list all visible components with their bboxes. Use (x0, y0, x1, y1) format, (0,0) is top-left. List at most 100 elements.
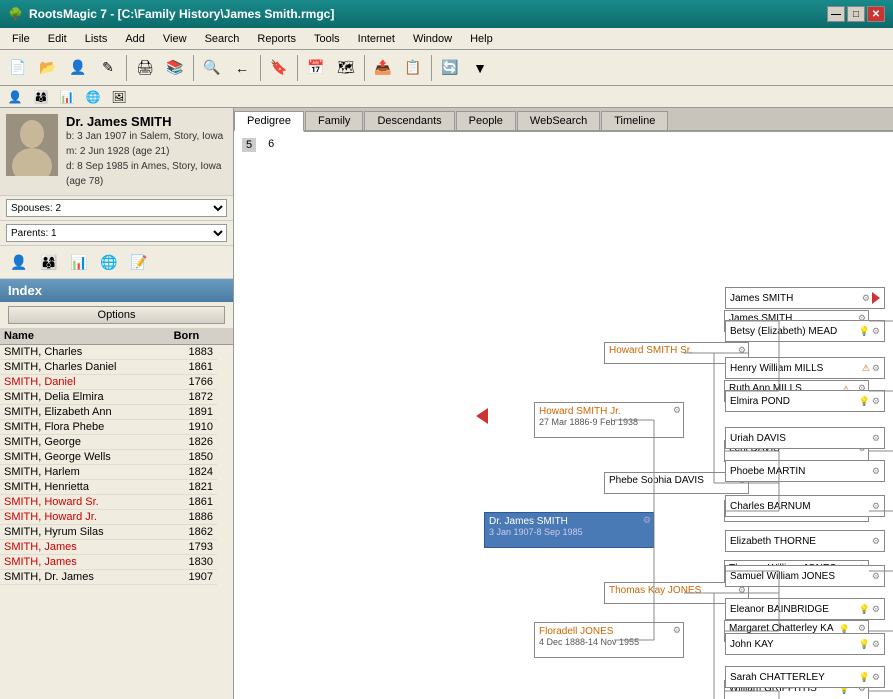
index-born: 1872 (170, 390, 217, 405)
pedigree-nav-5[interactable]: 5 (242, 138, 256, 152)
index-born: 1821 (170, 480, 217, 495)
globe-icon-btn[interactable]: 🌐 (96, 250, 122, 274)
index-row[interactable]: SMITH, Dr. James1907 (0, 570, 233, 585)
gen4-3[interactable]: Henry William MILLS ⚠ ⚙ (725, 357, 885, 379)
person-view-btn[interactable]: 👤 (4, 88, 26, 106)
gen4-1[interactable]: James SMITH ⚙ (725, 287, 885, 309)
index-name: SMITH, George (0, 435, 170, 450)
tab-people[interactable]: People (456, 111, 516, 130)
edit-button[interactable]: ✎ (94, 54, 122, 82)
pedigree-gen2-1[interactable]: Howard SMITH Jr. 27 Mar 1886-9 Feb 1938 … (534, 402, 684, 438)
chart-icon-btn[interactable]: 📊 (66, 250, 92, 274)
more-button[interactable]: ▼ (466, 54, 494, 82)
menu-file[interactable]: File (4, 31, 38, 47)
restore-button[interactable]: □ (847, 6, 865, 22)
index-table[interactable]: Name Born SMITH, Charles1883SMITH, Charl… (0, 328, 233, 699)
gen4-5[interactable]: Uriah DAVIS ⚙ (725, 427, 885, 449)
media-view-btn[interactable]: 🖼 (108, 88, 130, 106)
menu-add[interactable]: Add (117, 31, 153, 47)
tab-timeline[interactable]: Timeline (601, 111, 668, 130)
menu-window[interactable]: Window (405, 31, 460, 47)
gen4-12[interactable]: Sarah CHATTERLEY 💡 ⚙ (725, 666, 885, 688)
sync-button[interactable]: 🔄 (436, 54, 464, 82)
index-row[interactable]: SMITH, James1830 (0, 555, 233, 570)
pedigree-gen2-2[interactable]: Floradell JONES 4 Dec 1888-14 Nov 1955 ⚙ (534, 622, 684, 658)
bookmark-button[interactable]: 🔖 (265, 54, 293, 82)
index-row[interactable]: SMITH, Flora Phebe1910 (0, 420, 233, 435)
spouses-dropdown[interactable]: Spouses: 2 (6, 199, 227, 217)
index-row[interactable]: SMITH, Howard Sr.1861 (0, 495, 233, 510)
title-bar-controls[interactable]: — □ ✕ (827, 6, 885, 22)
map-button[interactable]: 🗺 (332, 54, 360, 82)
gen4-4[interactable]: Elmira POND 💡 ⚙ (725, 390, 885, 412)
gen4-9[interactable]: Samuel William JONES ⚙ (725, 565, 885, 587)
pedigree-gen1[interactable]: Dr. James SMITH 3 Jan 1907-8 Sep 1985 ⚙ (484, 512, 654, 548)
menu-lists[interactable]: Lists (77, 31, 116, 47)
share-button[interactable]: 📤 (369, 54, 397, 82)
web-view-btn[interactable]: 🌐 (82, 88, 104, 106)
gen4-1-arrow[interactable] (872, 292, 880, 304)
add-person-button[interactable]: 👤 (64, 54, 92, 82)
toolbar2: 👤 👨‍👩‍👦 📊 🌐 🖼 (0, 86, 893, 108)
parents-dropdown[interactable]: Parents: 1 (6, 224, 227, 242)
index-row[interactable]: SMITH, Harlem1824 (0, 465, 233, 480)
list-button[interactable]: 📋 (399, 54, 427, 82)
index-row[interactable]: SMITH, James1793 (0, 540, 233, 555)
gen4-11[interactable]: John KAY 💡 ⚙ (725, 633, 885, 655)
calendar-button[interactable]: 📅 (302, 54, 330, 82)
notes-icon-btn[interactable]: 📝 (126, 250, 152, 274)
family-view-btn[interactable]: 👨‍👩‍👦 (30, 88, 52, 106)
tab-websearch[interactable]: WebSearch (517, 111, 600, 130)
menu-tools[interactable]: Tools (306, 31, 348, 47)
index-row[interactable]: SMITH, Henrietta1821 (0, 480, 233, 495)
menu-reports[interactable]: Reports (249, 31, 304, 47)
open-button[interactable]: 📂 (34, 54, 62, 82)
search-button[interactable]: 🔍 (198, 54, 226, 82)
minimize-button[interactable]: — (827, 6, 845, 22)
gen4-8-name: Elizabeth THORNE (730, 536, 870, 547)
menu-edit[interactable]: Edit (40, 31, 75, 47)
tab-descendants[interactable]: Descendants (364, 111, 454, 130)
menu-search[interactable]: Search (197, 31, 248, 47)
book-button[interactable]: 📚 (161, 54, 189, 82)
gen4-8[interactable]: Elizabeth THORNE ⚙ (725, 530, 885, 552)
new-button[interactable]: 📄 (4, 54, 32, 82)
print-button[interactable]: 🖨 (131, 54, 159, 82)
tab-pedigree[interactable]: Pedigree (234, 111, 304, 132)
index-row[interactable]: SMITH, Daniel1766 (0, 375, 233, 390)
gen4-7[interactable]: Charles BARNUM ⚙ (725, 495, 885, 517)
index-row[interactable]: SMITH, Charles Daniel1861 (0, 360, 233, 375)
gen2-1-name: Howard SMITH Jr. (539, 406, 663, 417)
pedigree-nav-6[interactable]: 6 (268, 138, 274, 152)
index-row[interactable]: SMITH, Delia Elmira1872 (0, 390, 233, 405)
tab-family[interactable]: Family (305, 111, 363, 130)
menu-help[interactable]: Help (462, 31, 501, 47)
gen1-dates: 3 Jan 1907-8 Sep 1985 (489, 527, 633, 537)
gen4-10[interactable]: Eleanor BAINBRIDGE 💡 ⚙ (725, 598, 885, 620)
gen4-2-name: Betsy (Elizabeth) MEAD (730, 326, 859, 337)
close-button[interactable]: ✕ (867, 6, 885, 22)
gen4-3-icon: ⚙ (872, 363, 880, 374)
index-row[interactable]: SMITH, George Wells1850 (0, 450, 233, 465)
menu-view[interactable]: View (155, 31, 195, 47)
gen4-12-icon: ⚙ (872, 672, 880, 683)
index-row[interactable]: SMITH, George1826 (0, 435, 233, 450)
back-button[interactable]: ← (228, 54, 256, 82)
gen4-6[interactable]: Phoebe MARTIN ⚙ (725, 460, 885, 482)
stats-view-btn[interactable]: 📊 (56, 88, 78, 106)
family-icon-btn[interactable]: 👨‍👩‍👦 (36, 250, 62, 274)
index-born: 1861 (170, 360, 217, 375)
gen3-1-name: Howard SMITH Sr. (609, 345, 728, 356)
index-name: SMITH, Henrietta (0, 480, 170, 495)
person-icon-btn[interactable]: 👤 (6, 250, 32, 274)
gen4-12-name: Sarah CHATTERLEY (730, 672, 859, 683)
index-row[interactable]: SMITH, Elizabeth Ann1891 (0, 405, 233, 420)
menu-internet[interactable]: Internet (350, 31, 403, 47)
index-row[interactable]: SMITH, Howard Jr.1886 (0, 510, 233, 525)
index-row[interactable]: SMITH, Hyrum Silas1862 (0, 525, 233, 540)
gen4-2[interactable]: Betsy (Elizabeth) MEAD 💡 ⚙ (725, 320, 885, 342)
pedigree-arrow-left[interactable] (476, 408, 488, 424)
options-button[interactable]: Options (8, 306, 225, 324)
gen2-1-icon: ⚙ (673, 405, 681, 416)
index-row[interactable]: SMITH, Charles1883 (0, 345, 233, 360)
